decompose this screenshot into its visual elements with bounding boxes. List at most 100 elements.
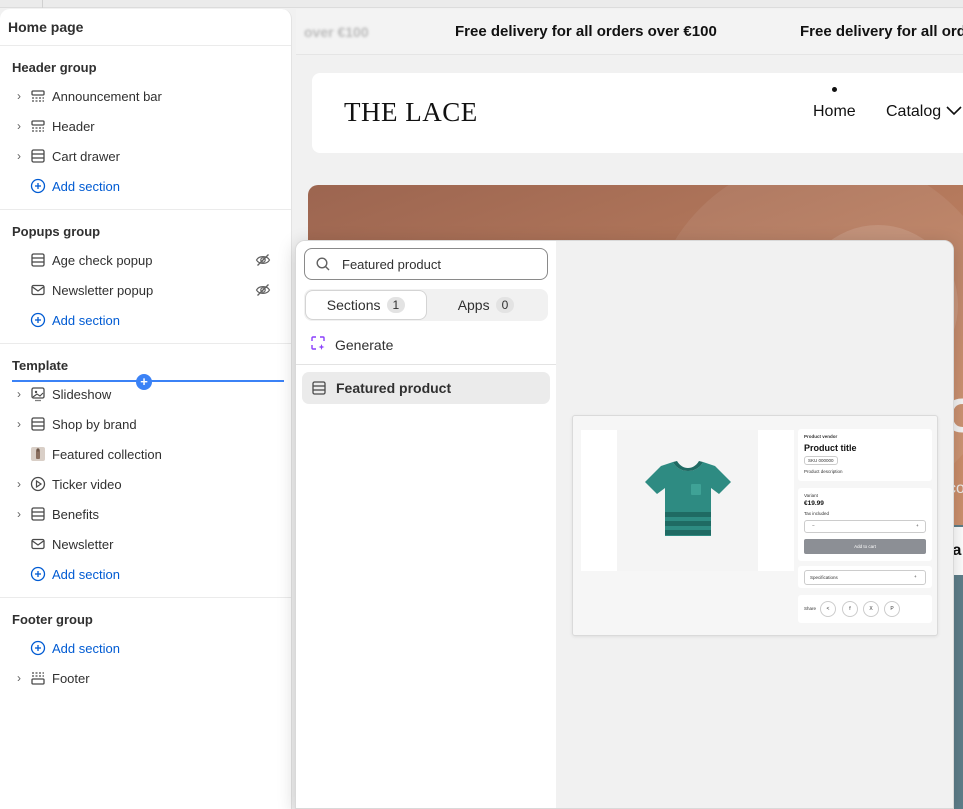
active-nav-indicator	[832, 87, 837, 92]
announcement-text-faded: over €100	[304, 24, 369, 40]
count-badge: 1	[386, 297, 406, 313]
chevron-right-icon[interactable]: ›	[13, 387, 25, 401]
generate-button[interactable]: Generate	[310, 335, 393, 354]
add-section-label: Add section	[52, 640, 120, 656]
tax-note: Tax included	[804, 511, 830, 516]
slideshow-icon	[30, 386, 46, 402]
divider	[296, 364, 556, 365]
section-label: Footer	[52, 670, 90, 686]
play-icon	[30, 476, 46, 492]
search-icon	[315, 256, 331, 272]
section-label: Newsletter	[52, 536, 114, 552]
section-row-shop-by-brand[interactable]: › Shop by brand	[0, 409, 291, 439]
generate-label: Generate	[335, 336, 394, 353]
section-label: Header	[52, 118, 95, 134]
product-buy-panel: Variant €19.99 Tax included − + Add to c…	[798, 488, 932, 561]
section-row-benefits[interactable]: › Benefits	[0, 499, 291, 529]
section-row-age-check-popup[interactable]: Age check popup	[0, 245, 291, 275]
nav-home-link[interactable]: Home	[813, 103, 856, 121]
add-section-button[interactable]: Add section	[0, 559, 291, 589]
footer-icon	[30, 670, 46, 686]
section-label: Announcement bar	[52, 88, 162, 104]
mail-icon	[30, 282, 46, 298]
sku-badge: SKU 000000	[804, 456, 838, 465]
eye-hidden-icon[interactable]	[255, 282, 271, 298]
chevron-down-icon	[946, 106, 962, 116]
tab-apps[interactable]: Apps 0	[426, 291, 546, 319]
add-to-cart-button: Add to cart	[804, 539, 926, 554]
add-section-button[interactable]: Add section	[0, 633, 291, 663]
header-icon	[30, 118, 46, 134]
specifications-label: Specifications	[810, 575, 838, 580]
quantity-stepper	[804, 520, 926, 533]
search-input[interactable]	[342, 256, 542, 272]
eye-hidden-icon[interactable]	[255, 252, 271, 268]
product-info-panel: Product vendor Product title SKU 000000 …	[798, 429, 932, 481]
pinterest-icon: P	[884, 601, 900, 617]
chevron-right-icon[interactable]: ›	[13, 507, 25, 521]
section-row-newsletter[interactable]: Newsletter	[0, 529, 291, 559]
product-description: Product description	[804, 469, 843, 474]
result-featured-product[interactable]: Featured product	[302, 372, 550, 404]
section-icon	[30, 416, 46, 432]
section-label: Newsletter popup	[52, 282, 154, 298]
chevron-right-icon[interactable]: ›	[13, 671, 25, 685]
section-label: Age check popup	[52, 252, 153, 268]
insert-plus-icon[interactable]: +	[136, 374, 152, 390]
section-search-field[interactable]	[304, 248, 548, 280]
section-row-header[interactable]: › Header	[0, 111, 291, 141]
section-row-footer[interactable]: › Footer	[0, 663, 291, 693]
section-row-newsletter-popup[interactable]: Newsletter popup	[0, 275, 291, 305]
tab-label: Apps	[457, 297, 490, 313]
plus-circle-icon	[30, 178, 46, 194]
popups-group: Popups group Age check popup Newsletter …	[0, 210, 291, 344]
count-badge: 0	[495, 297, 515, 313]
section-row-ticker-video[interactable]: › Ticker video	[0, 469, 291, 499]
section-icon	[30, 252, 46, 268]
page-title: Home page	[0, 9, 291, 46]
chevron-right-icon[interactable]: ›	[13, 89, 25, 103]
share-link-icon: <	[820, 601, 836, 617]
section-row-announcement-bar[interactable]: › Announcement bar	[0, 81, 291, 111]
tab-sections[interactable]: Sections 1	[306, 291, 426, 319]
qty-plus: +	[916, 523, 919, 528]
add-section-button[interactable]: Add section	[0, 171, 291, 201]
share-label: Share	[804, 606, 817, 611]
product-title: Product title	[804, 443, 857, 453]
add-section-label: Add section	[52, 312, 120, 328]
tab-label: Sections	[326, 297, 381, 313]
plus-circle-icon	[30, 312, 46, 328]
chevron-right-icon[interactable]: ›	[13, 149, 25, 163]
chevron-right-icon[interactable]: ›	[13, 417, 25, 431]
announcement-text: Free delivery for all orders over €100	[455, 23, 717, 40]
section-row-featured-collection[interactable]: Featured collection	[0, 439, 291, 469]
chrome-divider	[42, 0, 43, 8]
product-price: €19.99	[804, 500, 824, 507]
store-logo: THE LACE	[344, 97, 478, 127]
plus-circle-icon	[30, 566, 46, 582]
qty-minus: −	[812, 523, 815, 528]
section-icon	[311, 380, 327, 396]
section-label: Cart drawer	[52, 148, 120, 164]
nav-catalog-link[interactable]: Catalog	[886, 103, 962, 121]
chevron-right-icon[interactable]: ›	[13, 119, 25, 133]
section-label: Slideshow	[52, 386, 112, 402]
variant-label: Variant	[804, 493, 818, 498]
mail-icon	[30, 536, 46, 552]
section-label: Featured collection	[52, 446, 162, 462]
group-title: Footer group	[12, 612, 93, 627]
sections-sidebar: Home page Header group › Announcement ba…	[0, 9, 292, 809]
group-title: Popups group	[12, 224, 101, 239]
announcement-bar-preview: over €100 Free delivery for all orders o…	[296, 9, 963, 55]
image-thumb-icon	[30, 446, 46, 462]
group-title: Header group	[12, 60, 97, 75]
section-row-cart-drawer[interactable]: › Cart drawer	[0, 141, 291, 171]
picker-tabs: Sections 1 Apps 0	[304, 289, 548, 321]
section-label: Shop by brand	[52, 416, 137, 432]
section-icon	[30, 148, 46, 164]
plus-circle-icon	[30, 640, 46, 656]
chevron-right-icon[interactable]: ›	[13, 477, 25, 491]
share-row: Share < f X P	[798, 595, 932, 623]
add-section-button[interactable]: Add section	[0, 305, 291, 335]
nav-catalog-label: Catalog	[886, 103, 942, 120]
